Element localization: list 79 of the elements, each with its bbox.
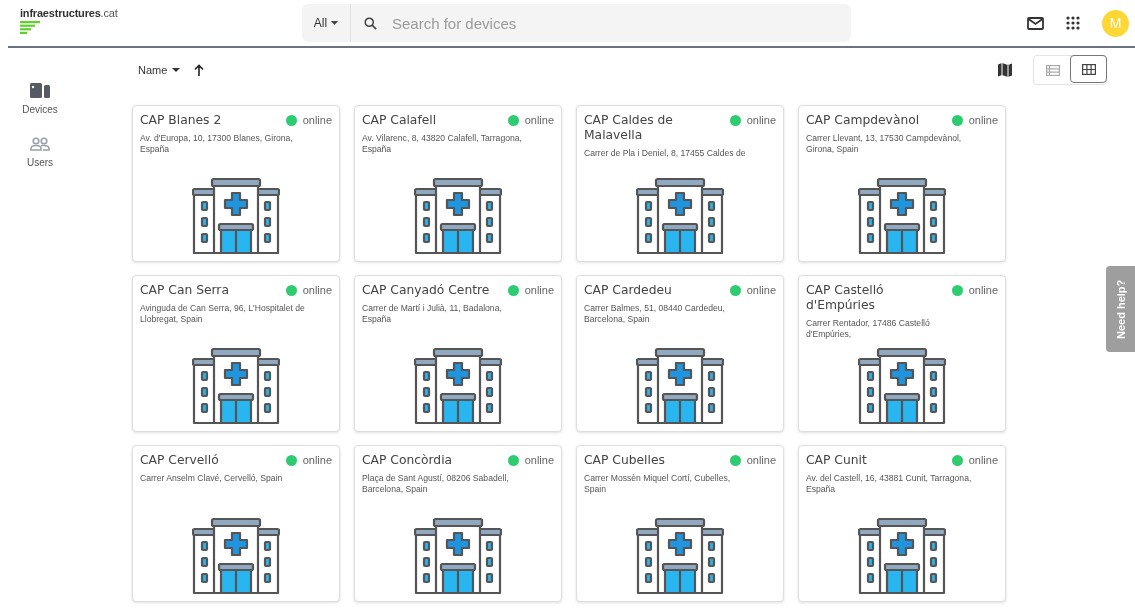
grid-icon — [1081, 63, 1096, 75]
caret-icon — [331, 21, 339, 25]
hospital-icon — [192, 177, 280, 255]
device-address: Plaça de Sant Agustí, 08206 Sabadell, Barcelona, Spain — [362, 473, 510, 495]
device-address: Carrer Anselm Clavé, Cervelló, Spain — [140, 473, 284, 485]
users-icon — [30, 137, 50, 151]
hospital-icon — [414, 177, 502, 255]
hospital-icon — [192, 347, 280, 425]
status-label: online — [524, 114, 554, 126]
device-name: CAP Calafell — [362, 113, 437, 128]
device-name: CAP Blanes 2 — [140, 113, 222, 128]
hospital-icon — [414, 347, 502, 425]
device-name: CAP Campdevànol — [806, 113, 920, 128]
sidebar-item[interactable]: Devices — [22, 83, 58, 115]
device-card[interactable]: CAP Cardedeu online Carrer Balmes, 51, 08440 Cardedeu, Barcelona, Spain — [576, 275, 784, 432]
device-address: Avinguda de Can Serra, 96, L'Hospitalet de Llobregat, Spain — [140, 303, 306, 325]
device-name: CAP Cardedeu — [584, 283, 672, 298]
status-label: online — [524, 284, 554, 296]
status-label: online — [746, 114, 776, 126]
device-card[interactable]: CAP Calafell online Av. Vilarenc, 8, 43820 Calafell, Tarragona, España — [354, 105, 562, 262]
device-card[interactable]: CAP Cubelles online Carrer Mossèn Miquel Cortí, Cubelles, Spain — [576, 445, 784, 602]
hospital-icon — [858, 177, 946, 255]
device-name: CAP Concòrdia — [362, 453, 453, 468]
hospital-icon — [858, 347, 946, 425]
status-label: online — [302, 114, 332, 126]
device-address: Carrer de Martí i Julià, 11, Badalona, España — [362, 303, 503, 325]
scope-dropdown[interactable]: All — [302, 4, 351, 42]
status-label: online — [746, 284, 776, 296]
device-card[interactable]: CAP Castelló d'Empúries online Carrer Rentador, 17486 Castelló d'Empúries, — [798, 275, 1006, 432]
grid-view-button[interactable] — [1070, 55, 1107, 83]
device-card[interactable]: CAP Canyadó Centre online Carrer de Martí i Julià, 11, Badalona, España — [354, 275, 562, 432]
device-address: Av. Vilarenc, 8, 43820 Calafell, Tarragona, España — [362, 133, 523, 155]
status-label: online — [746, 454, 776, 466]
device-name: CAP Cervelló — [140, 453, 219, 468]
map-icon[interactable] — [997, 62, 1013, 78]
device-card[interactable]: CAP Blanes 2 online Av. d'Europa, 10, 17300 Blanes, Girona, España — [132, 105, 340, 262]
device-name: CAP Caldes de Malavella — [584, 113, 674, 143]
device-address: Av. del Castell, 16, 43881 Cunit, Tarragona, España — [806, 473, 973, 495]
hospital-icon — [636, 517, 724, 595]
device-card[interactable]: CAP Caldes de Malavella online Carrer de Pla i Deniel, 8, 17455 Caldes de — [576, 105, 784, 262]
apps-grid-icon[interactable] — [1066, 16, 1080, 30]
status-label: online — [302, 454, 332, 466]
device-address: Carrer de Pla i Deniel, 8, 17455 Caldes de — [584, 148, 747, 160]
hospital-icon — [636, 177, 724, 255]
device-address: Carrer Balmes, 51, 08440 Cardedeu, Barcelona, Spain — [584, 303, 726, 325]
hospital-icon — [192, 517, 280, 595]
status-label: online — [968, 114, 998, 126]
device-address: Carrer Llevant, 13, 17530 Campdevànol, Girona, Spain — [806, 133, 963, 155]
device-card[interactable]: CAP Can Serra online Avinguda de Can Serra, 96, L'Hospitalet de Llobregat, Spain — [132, 275, 340, 432]
sort-dropdown[interactable]: Name — [138, 64, 181, 76]
status-label: online — [968, 284, 998, 296]
hospital-icon — [414, 517, 502, 595]
device-address: Carrer Rentador, 17486 Castelló d'Empúries, — [806, 318, 931, 340]
device-address: Carrer Mossèn Miquel Cortí, Cubelles, Spain — [584, 473, 732, 495]
device-name: CAP Can Serra — [140, 283, 229, 298]
device-card[interactable]: CAP Cervelló online Carrer Anselm Clavé, Cervelló, Spain — [132, 445, 340, 602]
device-card[interactable]: CAP Cunit online Av. del Castell, 16, 43881 Cunit, Tarragona, España — [798, 445, 1006, 602]
sidebar-item[interactable]: Users — [26, 137, 54, 168]
status-label: online — [302, 284, 332, 296]
mail-icon[interactable] — [1027, 16, 1044, 30]
hospital-icon — [858, 517, 946, 595]
site-logo[interactable]: infraestructures.cat — [8, 0, 302, 34]
sort-ascending-icon[interactable] — [194, 64, 205, 76]
logo-text: infraestructures.cat — [20, 7, 118, 19]
device-name: CAP Cunit — [806, 453, 867, 468]
status-label: online — [524, 454, 554, 466]
device-card[interactable]: CAP Concòrdia online Plaça de Sant Agustí, 08206 Sabadell, Barcelona, Spain — [354, 445, 562, 602]
device-name: CAP Cubelles — [584, 453, 665, 468]
device-card[interactable]: CAP Campdevànol online Carrer Llevant, 13, 17530 Campdevànol, Girona, Spain — [798, 105, 1006, 262]
status-label: online — [968, 454, 998, 466]
caret-icon — [172, 68, 181, 72]
device-name: CAP Castelló d'Empúries — [806, 283, 885, 313]
device-name: CAP Canyadó Centre — [362, 283, 490, 298]
list-icon — [1045, 64, 1060, 76]
devices-icon — [30, 83, 50, 98]
stripes-icon — [20, 21, 40, 34]
device-address: Av. d'Europa, 10, 17300 Blanes, Girona, España — [140, 133, 294, 155]
search-field[interactable]: Search for devices — [351, 4, 851, 42]
hospital-icon — [636, 347, 724, 425]
